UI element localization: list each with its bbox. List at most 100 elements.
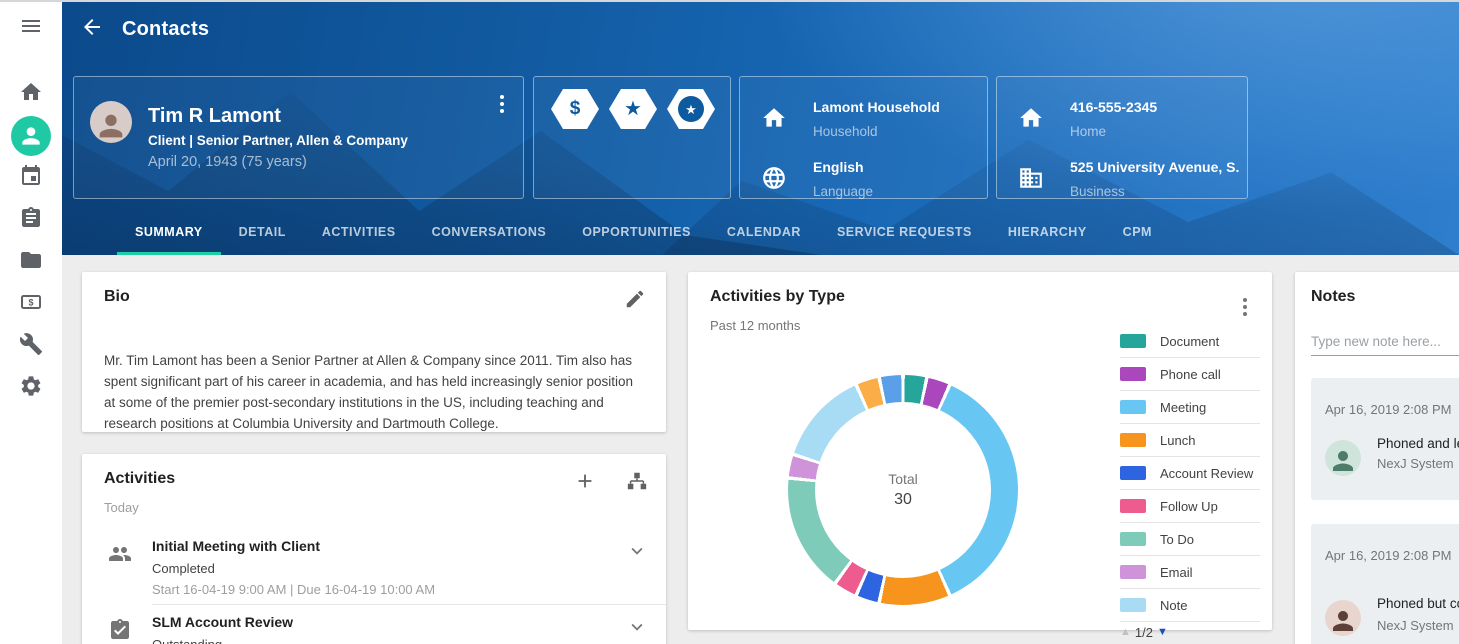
note-card[interactable]: Apr 16, 2019 2:08 PM Phoned and le NexJ …: [1311, 378, 1459, 500]
legend-item-email[interactable]: Email: [1120, 556, 1260, 589]
divider: [152, 604, 666, 605]
sidebar-item-tools[interactable]: [11, 326, 51, 366]
language-value: English: [813, 159, 864, 175]
note-author-avatar: [1325, 600, 1361, 636]
legend-swatch: [1120, 367, 1146, 381]
contact-birthdate: April 20, 1943 (75 years): [148, 154, 307, 170]
phone-value: 416-555-2345: [1070, 99, 1157, 115]
home-icon: [1018, 105, 1044, 131]
globe-icon: [761, 165, 787, 191]
legend-swatch: [1120, 334, 1146, 348]
legend-item-phone-call[interactable]: Phone call: [1120, 358, 1260, 391]
household-value: Lamont Household: [813, 99, 940, 115]
legend-page-indicator: 1/2: [1135, 625, 1153, 640]
sidebar-item-tasks[interactable]: [11, 200, 51, 240]
legend-item-note[interactable]: Note: [1120, 589, 1260, 622]
legend-item-lunch[interactable]: Lunch: [1120, 424, 1260, 457]
language-row: English Language: [740, 149, 987, 209]
activity-hierarchy-button[interactable]: [624, 470, 650, 496]
legend-page-up-icon[interactable]: ▲: [1120, 626, 1131, 638]
sidebar-item-calendar[interactable]: [11, 158, 51, 198]
chart-subtitle: Past 12 months: [710, 318, 800, 333]
tasks-clipboard-icon: [19, 206, 43, 235]
sidebar-item-home[interactable]: [11, 74, 51, 114]
plus-icon: [574, 470, 596, 497]
address-label: Business: [1070, 184, 1125, 199]
contact-avatar: [90, 101, 132, 143]
tab-activities[interactable]: ACTIVITIES: [304, 209, 414, 255]
app-bar: Contacts: [62, 0, 209, 58]
star-glyph: ★: [624, 99, 642, 119]
chart-legend: Document Phone call Meeting Lunch Accoun…: [1120, 325, 1260, 642]
billing-dollar-icon: $: [19, 290, 43, 319]
star-badge-icon[interactable]: ★: [609, 89, 657, 129]
folder-icon: [19, 248, 43, 277]
legend-swatch: [1120, 598, 1146, 612]
tab-calendar[interactable]: CALENDAR: [709, 209, 819, 255]
star-glyph: ★: [685, 103, 697, 116]
hierarchy-icon: [626, 470, 648, 497]
svg-text:$: $: [28, 297, 33, 307]
people-icon: [108, 542, 132, 566]
legend-swatch: [1120, 433, 1146, 447]
tab-service-requests[interactable]: SERVICE REQUESTS: [819, 209, 990, 255]
sidebar-item-contacts[interactable]: [11, 116, 51, 156]
pencil-icon: [624, 288, 646, 315]
note-author-avatar: [1325, 440, 1361, 476]
menu-button[interactable]: [11, 8, 51, 48]
chevron-down-icon[interactable]: [626, 616, 648, 638]
note-source: NexJ System: [1377, 456, 1454, 471]
donut-total-label: Total: [888, 471, 918, 487]
note-text: Phoned and le: [1377, 436, 1459, 451]
bio-title: Bio: [104, 288, 130, 306]
star-circle-badge-icon[interactable]: ★: [667, 89, 715, 129]
tab-hierarchy[interactable]: HIERARCHY: [990, 209, 1105, 255]
tab-cpm[interactable]: CPM: [1105, 209, 1170, 255]
note-card[interactable]: Apr 16, 2019 2:08 PM Phoned but co NexJ …: [1311, 524, 1459, 644]
household-language-card[interactable]: Lamont Household Household English Langu…: [739, 76, 988, 199]
tab-detail[interactable]: DETAIL: [221, 209, 304, 255]
legend-item-meeting[interactable]: Meeting: [1120, 391, 1260, 424]
new-note-input[interactable]: [1311, 330, 1459, 356]
contact-name: Tim R Lamont: [148, 105, 281, 128]
address-row: 525 University Avenue, S... Business: [997, 149, 1247, 209]
phone-address-card[interactable]: 416-555-2345 Home 525 University Avenue,…: [996, 76, 1248, 199]
legend-item-document[interactable]: Document: [1120, 325, 1260, 358]
legend-item-to-do[interactable]: To Do: [1120, 523, 1260, 556]
contacts-person-icon: [11, 116, 51, 156]
legend-swatch: [1120, 400, 1146, 414]
sidebar-item-documents[interactable]: [11, 242, 51, 282]
legend-swatch: [1120, 466, 1146, 480]
menu-icon: [19, 14, 43, 43]
legend-page-down-icon[interactable]: ▼: [1157, 626, 1168, 638]
add-activity-button[interactable]: [572, 470, 598, 496]
household-row: Lamont Household Household: [740, 89, 987, 149]
tab-conversations[interactable]: CONVERSATIONS: [414, 209, 565, 255]
tab-bar: SUMMARY DETAIL ACTIVITIES CONVERSATIONS …: [117, 209, 1170, 255]
dollar-badge-icon[interactable]: $: [551, 89, 599, 129]
legend-swatch: [1120, 532, 1146, 546]
phone-row: 416-555-2345 Home: [997, 89, 1247, 149]
note-date: Apr 16, 2019 2:08 PM: [1325, 548, 1451, 563]
chart-menu-kebab-icon[interactable]: [1236, 292, 1254, 322]
legend-item-follow-up[interactable]: Follow Up: [1120, 490, 1260, 523]
sidebar: $: [0, 0, 62, 644]
language-label: Language: [813, 184, 873, 199]
edit-bio-button[interactable]: [622, 288, 648, 314]
chevron-down-icon[interactable]: [626, 540, 648, 562]
back-arrow-icon: [80, 15, 104, 44]
tab-opportunities[interactable]: OPPORTUNITIES: [564, 209, 709, 255]
notes-panel: Notes Apr 16, 2019 2:08 PM Phoned and le…: [1295, 272, 1459, 644]
legend-swatch: [1120, 565, 1146, 579]
calendar-icon: [19, 164, 43, 193]
sidebar-item-billing[interactable]: $: [11, 284, 51, 324]
contact-menu-kebab-icon[interactable]: [493, 89, 511, 119]
note-text: Phoned but co: [1377, 596, 1459, 611]
contact-identity-card[interactable]: Tim R Lamont Client | Senior Partner, Al…: [73, 76, 524, 199]
activity-title: SLM Account Review: [152, 614, 293, 630]
chart-title: Activities by Type: [710, 288, 845, 306]
legend-item-account-review[interactable]: Account Review: [1120, 457, 1260, 490]
back-button[interactable]: [80, 16, 106, 42]
sidebar-item-settings[interactable]: [11, 368, 51, 408]
tab-summary[interactable]: SUMMARY: [117, 209, 221, 255]
